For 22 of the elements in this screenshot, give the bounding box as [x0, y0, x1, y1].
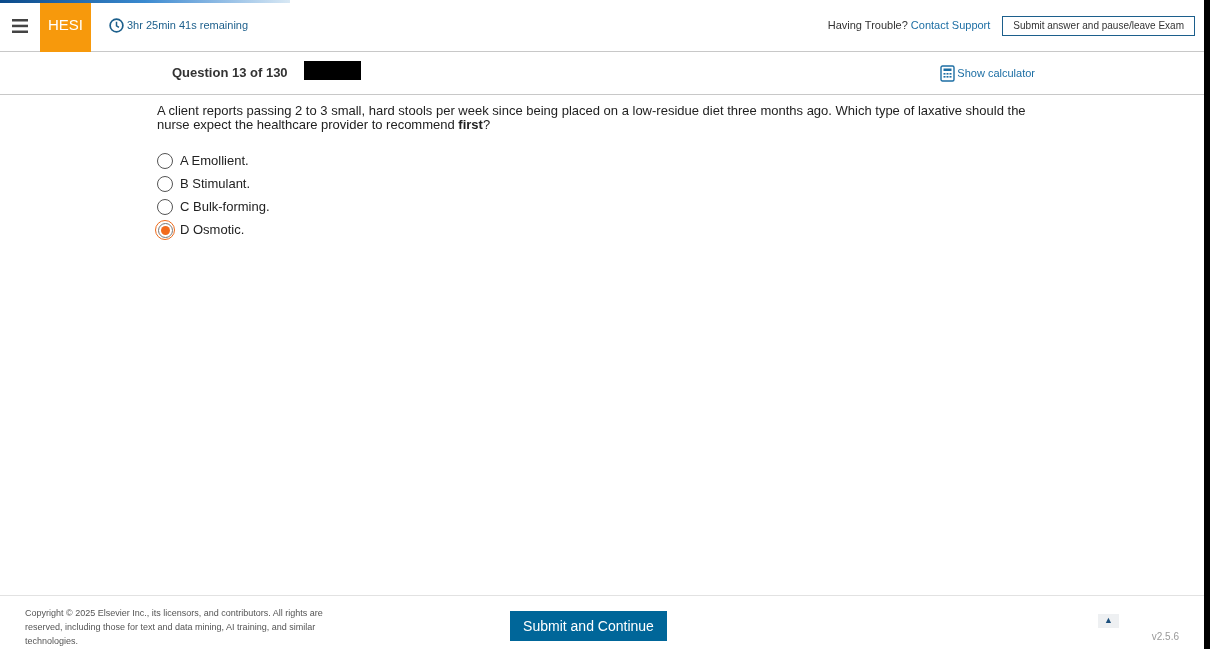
answer-option[interactable]: C Bulk-forming.	[157, 199, 270, 215]
timer-text: 3hr 25min 41s remaining	[127, 18, 249, 34]
radio-button[interactable]	[157, 176, 173, 192]
radio-button[interactable]	[157, 153, 173, 169]
answer-option[interactable]: B Stimulant.	[157, 176, 251, 192]
help-text: Having Trouble?	[827, 18, 908, 34]
answer-option[interactable]: D Osmotic.	[157, 222, 245, 238]
contact-support-link[interactable]: Contact Support	[910, 17, 991, 34]
calculator-icon	[940, 64, 956, 82]
redaction-bar	[303, 60, 361, 80]
show-calculator-button[interactable]: Show calculator	[940, 64, 1035, 82]
question-counter: Question 13 of 130	[172, 64, 288, 83]
answer-option[interactable]: A Emollient.	[157, 153, 249, 169]
clock-icon	[109, 18, 124, 33]
submit-continue-button[interactable]: Submit and Continue	[510, 611, 667, 641]
pause-exam-button[interactable]: Submit answer and pause/leave Exam	[1002, 15, 1195, 36]
back-to-top-button[interactable]: ▲	[1098, 614, 1119, 628]
radio-button[interactable]	[157, 199, 173, 215]
copyright-text: Copyright © 2025 Elsevier Inc., its licensors, and contributors. All rights are reserved, including those for text and data mining, AI training, and similar technologies.	[25, 607, 324, 648]
logo: HESI	[40, 0, 91, 52]
question-text: A client reports passing 2 to 3 small, hard stools per week since being placed on a low-residue diet three months ago. Which type of laxative should the nurse expect the healthcare provider to recommend first?	[157, 104, 1027, 132]
version-text: v2.5.6	[1151, 630, 1179, 644]
